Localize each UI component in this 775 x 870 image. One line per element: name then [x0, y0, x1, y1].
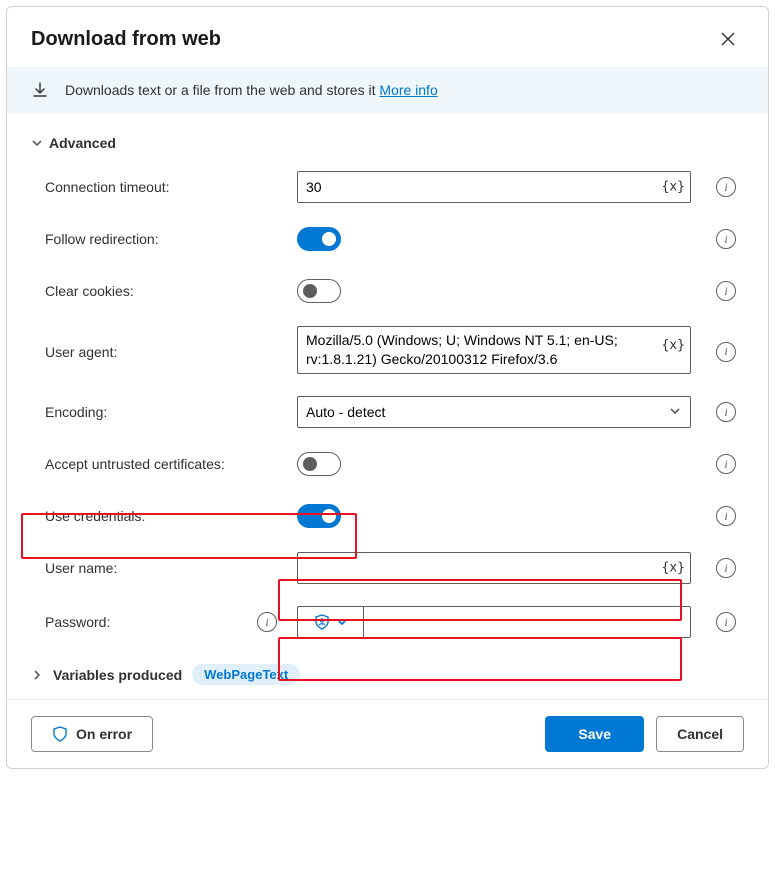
banner-text: Downloads text or a file from the web an… — [65, 82, 438, 98]
save-button[interactable]: Save — [545, 716, 644, 752]
on-error-button[interactable]: On error — [31, 716, 153, 752]
variable-pill[interactable]: WebPageText — [192, 664, 300, 685]
chevron-right-icon — [31, 669, 43, 681]
info-icon[interactable]: i — [716, 281, 736, 301]
user-agent-label: User agent: — [31, 326, 289, 378]
accept-untrusted-toggle[interactable] — [297, 452, 341, 476]
dialog-header: Download from web — [7, 7, 768, 67]
info-icon[interactable]: i — [257, 612, 277, 632]
chevron-down-icon — [336, 616, 348, 628]
password-label: Password: — [45, 614, 110, 630]
advanced-section-toggle[interactable]: Advanced — [31, 129, 744, 161]
info-icon[interactable]: i — [716, 558, 736, 578]
info-icon[interactable]: i — [716, 612, 736, 632]
accept-untrusted-label: Accept untrusted certificates: — [31, 438, 289, 490]
shield-icon — [314, 614, 330, 630]
password-field — [297, 606, 691, 638]
follow-redirection-label: Follow redirection: — [31, 213, 289, 265]
advanced-label: Advanced — [49, 135, 116, 151]
clear-cookies-toggle[interactable] — [297, 279, 341, 303]
connection-timeout-label: Connection timeout: — [31, 161, 289, 213]
close-button[interactable] — [712, 23, 744, 55]
use-credentials-label: Use credentials: — [45, 508, 145, 524]
info-icon[interactable]: i — [716, 342, 736, 362]
cancel-button[interactable]: Cancel — [656, 716, 744, 752]
follow-redirection-toggle[interactable] — [297, 227, 341, 251]
more-info-link[interactable]: More info — [379, 82, 437, 98]
dialog-content: Advanced Connection timeout: {x} i Follo… — [7, 113, 768, 699]
clear-cookies-label: Clear cookies: — [31, 265, 289, 317]
info-icon[interactable]: i — [716, 506, 736, 526]
dialog-footer: On error Save Cancel — [7, 699, 768, 768]
user-name-label: User name: — [31, 542, 289, 594]
connection-timeout-input[interactable] — [297, 171, 691, 203]
chevron-down-icon — [31, 137, 43, 149]
user-name-input[interactable] — [297, 552, 691, 584]
encoding-label: Encoding: — [31, 386, 289, 438]
credential-picker-button[interactable] — [298, 607, 364, 637]
info-icon[interactable]: i — [716, 454, 736, 474]
close-icon — [721, 32, 735, 46]
dialog-title: Download from web — [31, 28, 221, 51]
user-agent-input[interactable]: Mozilla/5.0 (Windows; U; Windows NT 5.1;… — [297, 326, 691, 374]
info-banner: Downloads text or a file from the web an… — [7, 67, 768, 113]
advanced-form: Connection timeout: {x} i Follow redirec… — [31, 161, 744, 650]
info-icon[interactable]: i — [716, 402, 736, 422]
info-icon[interactable]: i — [716, 229, 736, 249]
shield-icon — [52, 726, 68, 742]
variables-label: Variables produced — [53, 667, 182, 683]
info-icon[interactable]: i — [716, 177, 736, 197]
encoding-select[interactable] — [297, 396, 691, 428]
password-input[interactable] — [364, 607, 690, 637]
dialog: Download from web Downloads text or a fi… — [6, 6, 769, 769]
variables-section-toggle[interactable]: Variables produced WebPageText — [31, 650, 744, 691]
download-icon — [31, 81, 49, 99]
use-credentials-toggle[interactable] — [297, 504, 341, 528]
